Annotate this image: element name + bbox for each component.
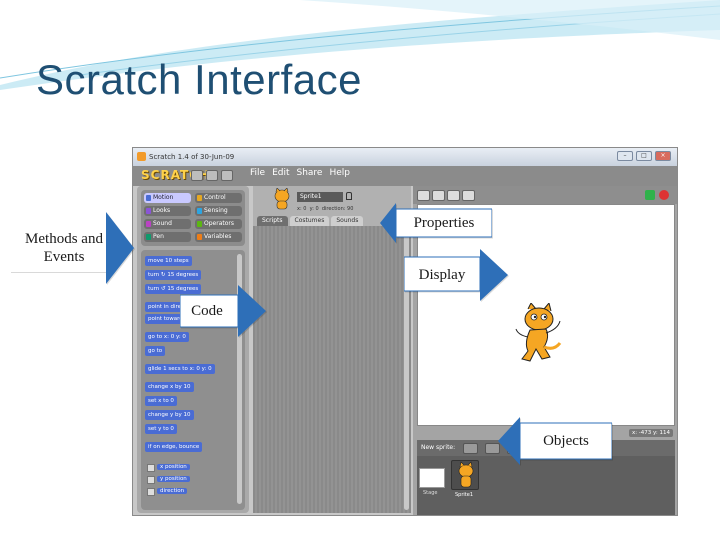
objects-callout: Objects bbox=[498, 417, 612, 465]
motion-block[interactable]: go to bbox=[145, 346, 166, 356]
sprite-x: x: 0 bbox=[297, 206, 307, 212]
category-label: Control bbox=[204, 194, 226, 201]
tab-costumes[interactable]: Costumes bbox=[289, 216, 330, 226]
sprite-thumb-label: Sprite1 bbox=[455, 492, 474, 498]
sprite-thumb-cat-icon bbox=[458, 461, 474, 488]
blocks-pane: Motion Control Looks Sensing Sound Operators P… bbox=[137, 186, 249, 513]
motion-block[interactable]: set x to 0 bbox=[145, 396, 177, 406]
save-icon[interactable] bbox=[206, 170, 218, 181]
duplicate-tool-icon[interactable] bbox=[417, 190, 430, 201]
menu-help[interactable]: Help bbox=[329, 168, 350, 178]
category-label: Sensing bbox=[204, 207, 228, 214]
share-icon[interactable] bbox=[221, 170, 233, 181]
lock-icon[interactable] bbox=[346, 192, 352, 200]
motion-block[interactable]: y position bbox=[145, 474, 193, 484]
stage-label: Stage bbox=[423, 490, 438, 496]
category-label: Looks bbox=[153, 207, 171, 214]
category-looks[interactable]: Looks bbox=[144, 206, 191, 216]
motion-block[interactable]: glide 1 secs to x: 0 y: 0 bbox=[145, 364, 215, 374]
mouse-coords: x: -473 y: 114 bbox=[628, 429, 673, 437]
sprite-direction: direction: 90 bbox=[321, 206, 354, 212]
properties-callout: Properties bbox=[380, 203, 492, 243]
scripts-area[interactable] bbox=[253, 226, 411, 513]
category-label: Operators bbox=[204, 220, 234, 227]
category-label: Pen bbox=[153, 233, 164, 240]
window-title: Scratch 1.4 of 30-Jun-09 bbox=[149, 153, 235, 161]
category-selector: Motion Control Looks Sensing Sound Operators P… bbox=[141, 190, 245, 246]
stop-sign-icon[interactable] bbox=[659, 190, 669, 200]
window-controls: – □ × bbox=[617, 151, 671, 161]
menu-edit[interactable]: Edit bbox=[272, 168, 289, 178]
category-control[interactable]: Control bbox=[195, 193, 242, 203]
category-color-icon bbox=[197, 221, 202, 227]
stage-thumbnail[interactable] bbox=[419, 468, 445, 488]
new-sprite-label: New sprite: bbox=[421, 444, 456, 451]
scratch-cat-icon bbox=[137, 152, 146, 161]
tab-scripts[interactable]: Scripts bbox=[257, 216, 288, 226]
category-label: Variables bbox=[204, 233, 232, 240]
motion-block[interactable]: change y by 10 bbox=[145, 410, 194, 420]
motion-block[interactable]: move 10 steps bbox=[145, 256, 192, 266]
shrink-tool-icon[interactable] bbox=[462, 190, 475, 201]
toolbar-icons bbox=[191, 170, 233, 181]
category-color-icon bbox=[146, 234, 151, 240]
sprite-coords: x: 0 y: 0 direction: 90 bbox=[297, 206, 353, 212]
maximize-button[interactable]: □ bbox=[636, 151, 652, 161]
code-callout: Code bbox=[180, 285, 266, 337]
category-label: Motion bbox=[153, 194, 174, 201]
close-button[interactable]: × bbox=[655, 151, 671, 161]
cat-sprite[interactable] bbox=[514, 303, 564, 365]
paint-sprite-icon[interactable] bbox=[463, 443, 478, 454]
motion-block[interactable]: change x by 10 bbox=[145, 382, 194, 392]
minimize-button[interactable]: – bbox=[617, 151, 633, 161]
methods-events-label: Methods and Events bbox=[25, 231, 103, 265]
sprite-name-field[interactable]: Sprite1 bbox=[297, 192, 343, 202]
category-operators[interactable]: Operators bbox=[195, 219, 242, 229]
category-label: Sound bbox=[153, 220, 172, 227]
stage-toolbar bbox=[413, 186, 677, 204]
methods-events-callout: Methods and Events bbox=[10, 210, 134, 286]
category-color-icon bbox=[197, 195, 202, 201]
category-pen[interactable]: Pen bbox=[144, 232, 191, 242]
motion-block[interactable]: x position bbox=[145, 462, 193, 472]
category-sound[interactable]: Sound bbox=[144, 219, 191, 229]
display-label: Display bbox=[418, 267, 466, 283]
menu-list: File Edit Share Help bbox=[250, 168, 350, 178]
sprite-tabs: Scripts Costumes Sounds bbox=[257, 216, 364, 226]
sprite-y: y: 0 bbox=[309, 206, 319, 212]
slide-title: Scratch Interface bbox=[36, 56, 362, 103]
sprite-cat-icon bbox=[274, 188, 290, 210]
window-titlebar: Scratch 1.4 of 30-Jun-09 – □ × bbox=[133, 148, 677, 166]
properties-label: Properties bbox=[413, 215, 475, 231]
category-color-icon bbox=[197, 208, 202, 214]
menubar: SCRATCH File Edit Share Help bbox=[133, 166, 677, 186]
display-callout: Display bbox=[404, 249, 508, 301]
category-color-icon bbox=[146, 208, 151, 214]
motion-block[interactable]: set y to 0 bbox=[145, 424, 177, 434]
category-variables[interactable]: Variables bbox=[195, 232, 242, 242]
category-color-icon bbox=[146, 221, 151, 227]
green-flag-icon[interactable] bbox=[645, 190, 655, 200]
globe-icon[interactable] bbox=[191, 170, 203, 181]
sprite-thumbnail[interactable] bbox=[451, 460, 479, 490]
menu-share[interactable]: Share bbox=[297, 168, 323, 178]
motion-block[interactable]: turn ↻ 15 degrees bbox=[145, 270, 202, 280]
category-color-icon bbox=[146, 195, 151, 201]
category-sensing[interactable]: Sensing bbox=[195, 206, 242, 216]
grow-tool-icon[interactable] bbox=[447, 190, 460, 201]
objects-label: Objects bbox=[543, 433, 589, 449]
category-color-icon bbox=[197, 234, 202, 240]
motion-block[interactable]: direction bbox=[145, 486, 190, 496]
motion-block[interactable]: if on edge, bounce bbox=[145, 442, 203, 452]
category-motion[interactable]: Motion bbox=[144, 193, 191, 203]
delete-tool-icon[interactable] bbox=[432, 190, 445, 201]
tab-sounds[interactable]: Sounds bbox=[331, 216, 364, 226]
menu-file[interactable]: File bbox=[250, 168, 265, 178]
code-label: Code bbox=[191, 303, 223, 319]
